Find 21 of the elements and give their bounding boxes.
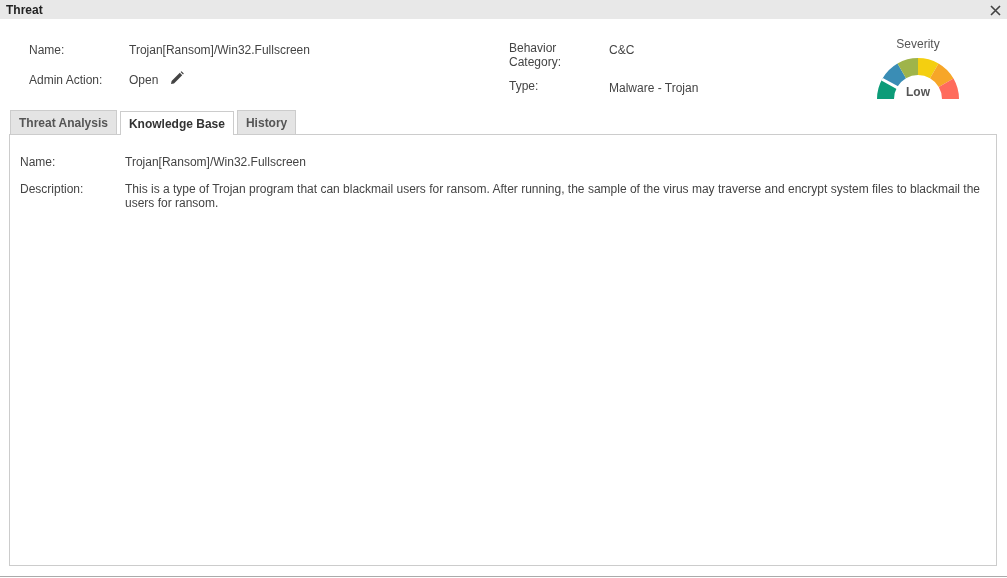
field-label: Description: bbox=[20, 182, 85, 198]
field-value: Trojan[Ransom]/Win32.Fullscreen bbox=[129, 42, 310, 59]
field-value: Open bbox=[129, 72, 159, 89]
severity-reading: Low bbox=[906, 85, 930, 99]
tab[interactable]: Threat Analysis bbox=[10, 110, 117, 134]
field-label: Name: bbox=[20, 155, 57, 169]
field-label: Type: bbox=[509, 79, 540, 93]
field-label: Behavior Category: bbox=[509, 41, 563, 69]
field-value: Trojan[Ransom]/Win32.Fullscreen bbox=[125, 155, 306, 169]
edit-button[interactable] bbox=[170, 71, 185, 85]
window-title: Threat bbox=[6, 1, 43, 19]
tab[interactable]: Knowledge Base bbox=[119, 111, 234, 135]
field-value: C&C bbox=[609, 42, 635, 59]
field-value: Malware - Trojan bbox=[609, 80, 699, 97]
tab[interactable]: History bbox=[236, 110, 297, 134]
pencil-icon bbox=[170, 71, 185, 85]
field-value: This is a type of Trojan program that can blackmail users for ransom. After running, the sample of the virus may traverse and encrypt system files to blackmail the users for ransom. bbox=[125, 182, 982, 210]
close-icon bbox=[990, 4, 1001, 16]
severity-title: Severity bbox=[896, 36, 940, 53]
field-label: Admin Action: bbox=[29, 72, 104, 89]
field-label: Name: bbox=[29, 42, 66, 59]
